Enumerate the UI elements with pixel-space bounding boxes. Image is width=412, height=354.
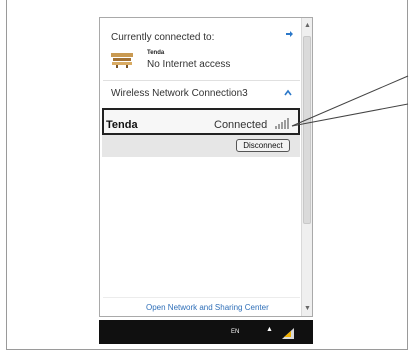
wifi-signal-icon (274, 117, 292, 130)
wireless-connection-label: Wireless Network Connection3 (111, 88, 248, 99)
refresh-icon[interactable] (284, 28, 296, 40)
disconnect-button[interactable]: Disconnect (236, 139, 290, 152)
network-icon (110, 51, 134, 69)
section-divider (103, 80, 300, 81)
flyout-scrollbar[interactable]: ▲ ▼ (301, 18, 312, 316)
current-network-status: No Internet access (147, 59, 231, 70)
chevron-up-icon[interactable] (283, 88, 293, 98)
scroll-down-arrow[interactable]: ▼ (302, 303, 313, 314)
scroll-thumb[interactable] (303, 36, 311, 224)
footer-divider (103, 297, 300, 298)
open-network-sharing-center-link[interactable]: Open Network and Sharing Center (146, 303, 269, 312)
network-tray-icon[interactable] (281, 327, 295, 340)
show-hidden-icons-icon[interactable]: ▲ (266, 326, 273, 333)
current-network-name: Tenda (147, 50, 165, 56)
wifi-connection-status: Connected (214, 119, 268, 131)
wifi-ssid: Tenda (106, 119, 138, 131)
connected-to-label: Currently connected to: (111, 32, 215, 43)
scroll-up-arrow[interactable]: ▲ (302, 20, 313, 31)
language-indicator[interactable]: EN (231, 329, 239, 335)
